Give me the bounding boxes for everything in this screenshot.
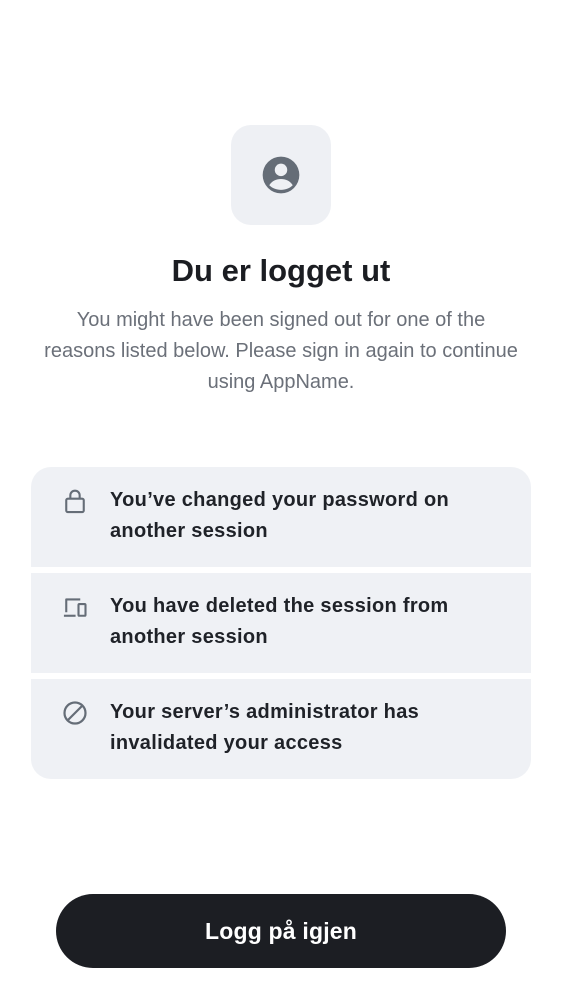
sign-in-again-button[interactable]: Logg på igjen — [56, 894, 506, 968]
signout-reasons-list: You’ve changed your password on another … — [31, 467, 531, 779]
user-avatar-icon-container — [231, 125, 331, 225]
block-icon — [61, 699, 89, 727]
devices-icon — [61, 593, 89, 621]
lock-icon — [61, 487, 89, 515]
user-avatar-icon — [259, 153, 303, 197]
reason-session-deleted: You have deleted the session from anothe… — [31, 573, 531, 673]
reason-text: Your server’s administrator has invalida… — [110, 701, 420, 754]
page-subtitle: You might have been signed out for one o… — [44, 309, 518, 393]
reason-text: You have deleted the session from anothe… — [110, 595, 449, 648]
reason-password-changed: You’ve changed your password on another … — [31, 467, 531, 567]
reason-text: You’ve changed your password on another … — [110, 489, 449, 542]
reason-access-invalidated: Your server’s administrator has invalida… — [31, 679, 531, 779]
page-title: Du er logget ut — [171, 253, 391, 288]
